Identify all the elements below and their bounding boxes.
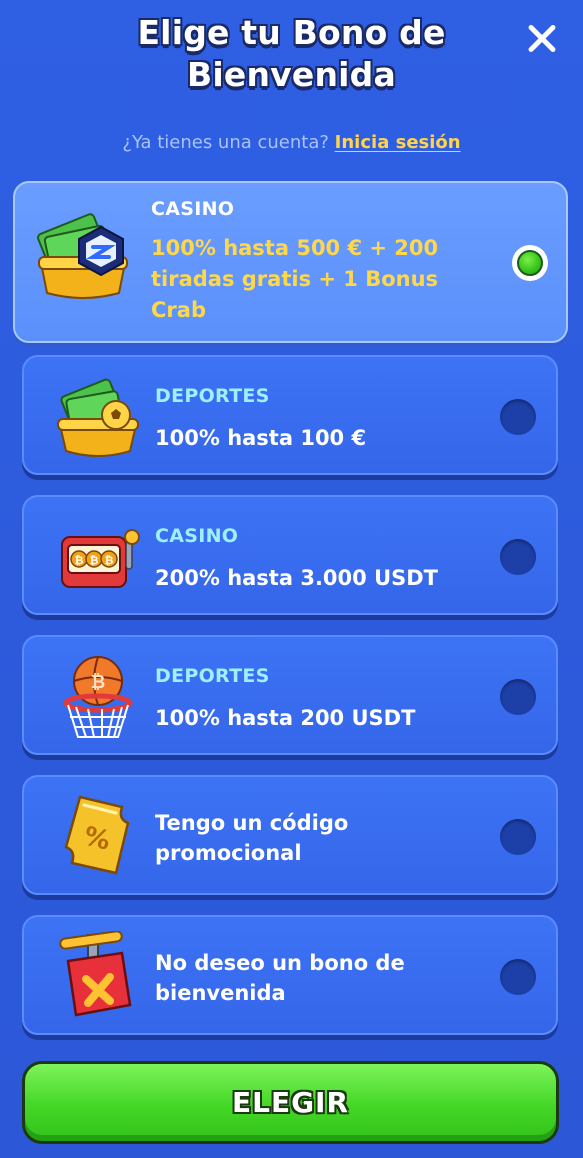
bonus-option-sports-usdt[interactable]: ₿ DEPORTES 100% hasta 200 USDT xyxy=(22,635,558,755)
option-offer: No deseo un bono de bienvenida xyxy=(155,951,405,1005)
radio-unselected[interactable] xyxy=(500,959,536,995)
choose-button[interactable]: ELEGIR xyxy=(22,1061,559,1144)
welcome-bonus-page: Elige tu Bono de Bienvenida ¿Ya tienes u… xyxy=(0,0,583,1158)
login-prompt: ¿Ya tienes una cuenta? xyxy=(122,132,329,153)
bonus-option-casino-usdt[interactable]: ₿ ₿ ₿ CASINO 200% hasta 3.000 USDT xyxy=(22,495,558,615)
radio-unselected[interactable] xyxy=(500,539,536,575)
svg-text:₿: ₿ xyxy=(90,554,99,567)
bonus-option-no-bonus[interactable]: No deseo un bono de bienvenida xyxy=(22,915,558,1035)
cash-football-icon xyxy=(57,378,139,457)
option-offer: Tengo un código promocional xyxy=(155,811,349,865)
option-category: DEPORTES xyxy=(155,385,270,407)
login-prompt-line: ¿Ya tienes una cuenta? Inicia sesión xyxy=(0,132,583,153)
cash-crypto-icon xyxy=(37,213,128,299)
option-offer: 100% hasta 100 € xyxy=(155,426,367,450)
option-offer: 100% hasta 500 € + 200 tiradas gratis + … xyxy=(151,236,439,322)
basketball-hoop-icon: ₿ xyxy=(63,656,133,738)
svg-text:₿: ₿ xyxy=(75,554,84,567)
radio-unselected[interactable] xyxy=(500,819,536,855)
close-icon[interactable] xyxy=(522,18,562,58)
svg-text:₿: ₿ xyxy=(105,554,114,567)
option-category: CASINO xyxy=(151,198,235,220)
option-category: CASINO xyxy=(155,525,239,547)
bonus-option-casino-500[interactable]: CASINO 100% hasta 500 € + 200 tiradas gr… xyxy=(13,181,568,343)
no-bonus-box-icon xyxy=(59,931,132,1017)
promo-ticket-icon: % xyxy=(64,795,130,875)
bonus-option-promo-code[interactable]: % Tengo un código promocional xyxy=(22,775,558,895)
bonus-option-sports-100[interactable]: DEPORTES 100% hasta 100 € xyxy=(22,355,558,475)
svg-text:₿: ₿ xyxy=(91,672,106,693)
radio-unselected[interactable] xyxy=(500,399,536,435)
radio-unselected[interactable] xyxy=(500,679,536,715)
radio-selected[interactable] xyxy=(512,245,548,281)
page-title: Elige tu Bono de Bienvenida xyxy=(137,13,446,94)
login-link[interactable]: Inicia sesión xyxy=(335,132,461,153)
option-offer: 100% hasta 200 USDT xyxy=(155,706,416,730)
choose-button-label: ELEGIR xyxy=(231,1086,350,1119)
option-category: DEPORTES xyxy=(155,665,270,687)
option-offer: 200% hasta 3.000 USDT xyxy=(155,566,438,590)
slot-machine-icon: ₿ ₿ ₿ xyxy=(61,529,140,588)
